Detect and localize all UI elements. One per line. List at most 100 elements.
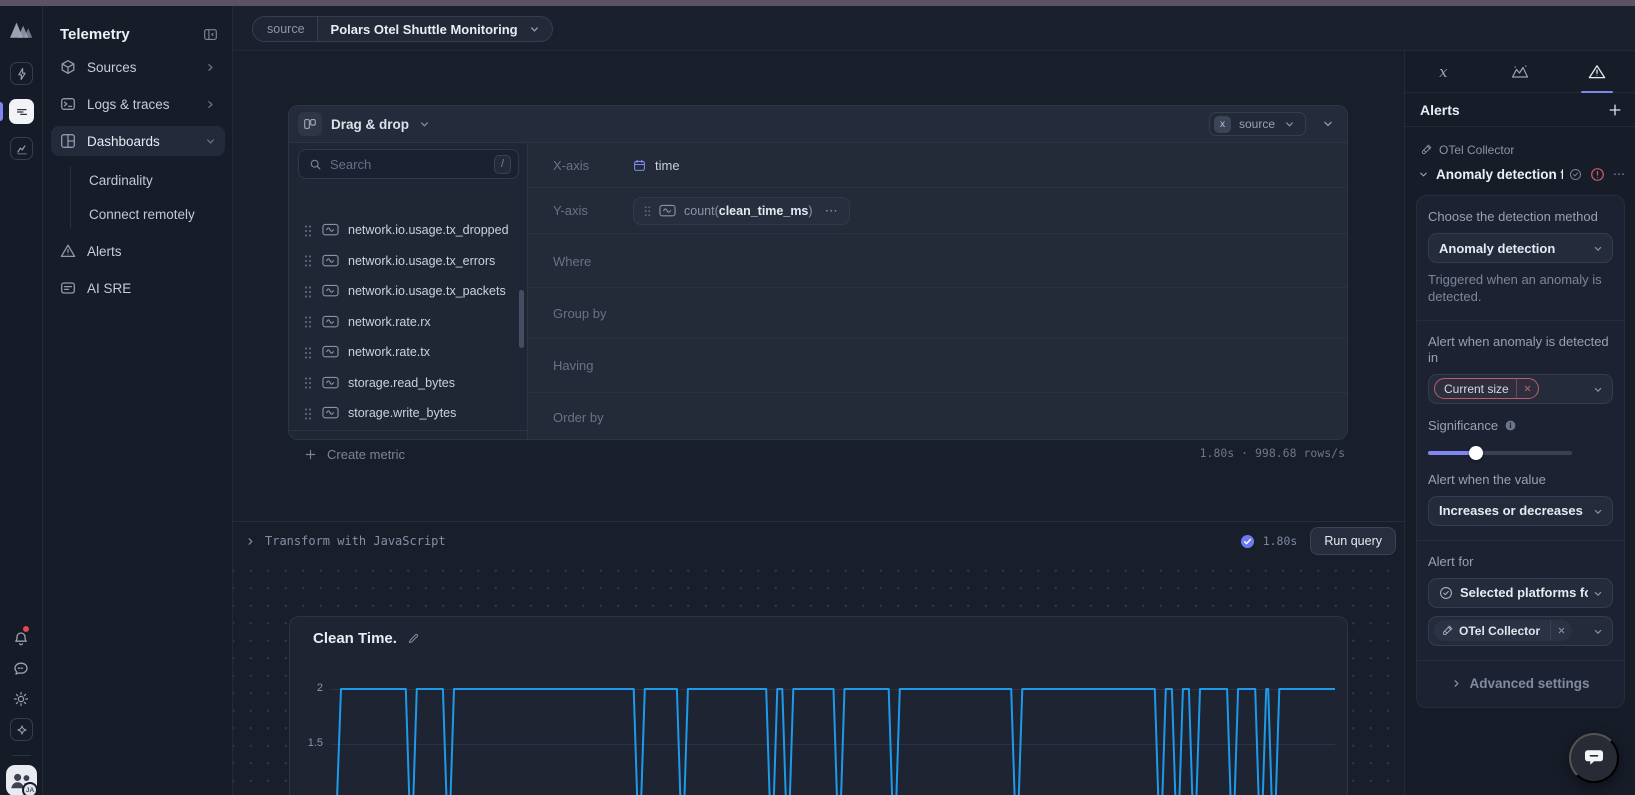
search-placeholder: Search bbox=[330, 157, 371, 172]
alert-item-header[interactable]: Anomaly detection f... ⋯ bbox=[1418, 165, 1626, 183]
alert-name: Anomaly detection f... bbox=[1436, 167, 1563, 182]
drag-handle-icon[interactable] bbox=[304, 254, 312, 267]
query-success-check-icon bbox=[1240, 534, 1255, 549]
chevron-right-icon bbox=[204, 98, 217, 111]
y-axis-row[interactable]: Y-axis count(clean_time_ms) ⋯ bbox=[528, 188, 1347, 234]
metric-item-storage-read-bytes[interactable]: storage.read_bytes bbox=[289, 368, 527, 399]
metric-search-input[interactable]: Search / bbox=[298, 149, 519, 179]
charts-icon[interactable] bbox=[10, 137, 33, 160]
collapse-sidebar-icon[interactable] bbox=[203, 27, 218, 42]
tab-alerts[interactable] bbox=[1558, 51, 1635, 92]
support-chat-button[interactable] bbox=[1569, 733, 1619, 783]
close-icon[interactable] bbox=[1550, 620, 1572, 641]
formula-x-icon: x bbox=[1439, 63, 1447, 81]
metric-item-network-rate-rx[interactable]: network.rate.rx bbox=[289, 307, 527, 338]
otel-collector-chip[interactable]: OTel Collector bbox=[1434, 620, 1572, 641]
x-axis-value: time bbox=[655, 158, 680, 173]
ellipsis-menu-icon[interactable]: ⋯ bbox=[1613, 167, 1626, 181]
sidebar-item-logs-traces[interactable]: Logs & traces bbox=[51, 89, 225, 119]
sidebar-subitem-cardinality[interactable]: Cardinality bbox=[51, 163, 225, 197]
transform-label[interactable]: Transform with JavaScript bbox=[265, 534, 446, 548]
alerts-panel: x Alerts OTel Collector Anomaly detectio… bbox=[1404, 51, 1635, 795]
search-icon bbox=[309, 158, 322, 171]
collapse-panel-chevron-icon[interactable] bbox=[1317, 113, 1339, 135]
significance-slider[interactable] bbox=[1428, 446, 1572, 460]
drag-handle-icon[interactable] bbox=[304, 315, 312, 328]
y-axis-metric-pill[interactable]: count(clean_time_ms) ⋯ bbox=[633, 197, 850, 225]
drag-handle-icon[interactable] bbox=[304, 376, 312, 389]
order-by-row[interactable]: Order by bbox=[528, 393, 1347, 441]
slider-thumb[interactable] bbox=[1469, 446, 1483, 460]
sidebar-subitem-connect-remotely[interactable]: Connect remotely bbox=[51, 197, 225, 231]
drag-handle-icon[interactable] bbox=[304, 224, 312, 237]
sidebar-item-sources[interactable]: Sources bbox=[51, 52, 225, 82]
close-icon[interactable] bbox=[1516, 379, 1538, 398]
metric-type-icon bbox=[322, 406, 339, 420]
flash-icon[interactable] bbox=[10, 62, 33, 85]
chevron-down-icon[interactable] bbox=[1418, 169, 1429, 180]
advanced-settings-toggle[interactable]: Advanced settings bbox=[1417, 661, 1624, 707]
tab-chart[interactable] bbox=[1482, 51, 1559, 92]
calendar-icon bbox=[633, 159, 646, 172]
theme-sun-icon[interactable] bbox=[10, 688, 32, 710]
metric-item-storage-write-bytes[interactable]: storage.write_bytes bbox=[289, 398, 527, 429]
metric-list-panel: Search / network.io.usage.tx_dropped net… bbox=[289, 143, 528, 439]
source-selector[interactable]: source Polars Otel Shuttle Monitoring bbox=[252, 16, 553, 42]
platform-chip-select[interactable]: OTel Collector bbox=[1428, 616, 1613, 646]
error-exclamation-icon bbox=[1590, 167, 1605, 182]
run-query-button[interactable]: Run query bbox=[1310, 527, 1396, 555]
drag-handle-icon[interactable] bbox=[304, 346, 312, 359]
metric-item-network-rate-tx[interactable]: network.rate.tx bbox=[289, 337, 527, 368]
tab-formula[interactable]: x bbox=[1405, 51, 1482, 92]
chevron-down-icon[interactable] bbox=[418, 118, 431, 131]
logs-traces-icon[interactable] bbox=[9, 99, 34, 124]
create-metric-button[interactable]: Create metric bbox=[289, 430, 527, 477]
metric-type-icon bbox=[322, 376, 339, 390]
drag-handle-icon[interactable] bbox=[644, 205, 651, 217]
rail-divider bbox=[12, 755, 31, 756]
query-duration: 1.80s bbox=[1263, 534, 1298, 548]
shortcuts-icon[interactable] bbox=[10, 718, 33, 741]
x-axis-row[interactable]: X-axis time bbox=[528, 143, 1347, 188]
detection-method-select[interactable]: Anomaly detection bbox=[1428, 233, 1613, 263]
info-icon[interactable] bbox=[1504, 419, 1517, 432]
metric-item-network-io-usage-tx-packets[interactable]: network.io.usage.tx_packets bbox=[289, 276, 527, 307]
plus-icon bbox=[304, 448, 317, 461]
add-alert-icon[interactable] bbox=[1608, 103, 1622, 117]
current-size-chip[interactable]: Current size bbox=[1434, 378, 1539, 399]
collector-tool-icon bbox=[1441, 625, 1453, 637]
alert-triangle-icon bbox=[60, 243, 76, 259]
avatar-initials-badge: JA bbox=[22, 782, 38, 795]
having-row[interactable]: Having bbox=[528, 339, 1347, 393]
drag-handle-icon[interactable] bbox=[304, 285, 312, 298]
sidebar-item-dashboards[interactable]: Dashboards bbox=[51, 126, 225, 156]
timeseries-line-chart[interactable] bbox=[331, 651, 1335, 795]
value-change-select[interactable]: Increases or decreases bbox=[1428, 496, 1613, 526]
metric-item-network-io-usage-tx-dropped[interactable]: network.io.usage.tx_dropped bbox=[289, 221, 527, 246]
chevron-right-icon[interactable] bbox=[245, 536, 256, 547]
detected-in-select[interactable]: Current size bbox=[1428, 374, 1613, 404]
alert-settings-card: Choose the detection method Anomaly dete… bbox=[1416, 195, 1625, 708]
metric-type-icon bbox=[322, 315, 339, 329]
metric-type-icon bbox=[322, 254, 339, 268]
chevron-down-icon bbox=[204, 135, 217, 148]
sidebar-item-ai-sre[interactable]: AI SRE bbox=[51, 273, 225, 303]
edit-pencil-icon[interactable] bbox=[407, 632, 420, 645]
query-mode-label[interactable]: Drag & drop bbox=[331, 117, 409, 132]
sidebar-item-alerts[interactable]: Alerts bbox=[51, 236, 225, 266]
feedback-chat-icon[interactable] bbox=[10, 658, 32, 680]
drag-handle-icon[interactable] bbox=[304, 407, 312, 420]
ai-sre-icon bbox=[60, 280, 76, 296]
platforms-select[interactable]: Selected platforms fo... bbox=[1428, 578, 1613, 608]
ellipsis-menu-icon[interactable]: ⋯ bbox=[825, 203, 839, 219]
scope-chip-source[interactable]: x source bbox=[1209, 112, 1306, 136]
chart-card[interactable]: Clean Time. 2 1.5 bbox=[289, 616, 1348, 795]
method-helper-text: Triggered when an anomaly is detected. bbox=[1428, 272, 1613, 306]
group-by-row[interactable]: Group by bbox=[528, 288, 1347, 339]
terminal-icon bbox=[60, 96, 76, 112]
where-row[interactable]: Where bbox=[528, 234, 1347, 288]
y-axis-tick: 2 bbox=[293, 682, 323, 694]
alerts-header: Alerts bbox=[1405, 93, 1635, 127]
metric-list-scrollbar[interactable] bbox=[519, 290, 524, 348]
metric-item-network-io-usage-tx-errors[interactable]: network.io.usage.tx_errors bbox=[289, 246, 527, 277]
